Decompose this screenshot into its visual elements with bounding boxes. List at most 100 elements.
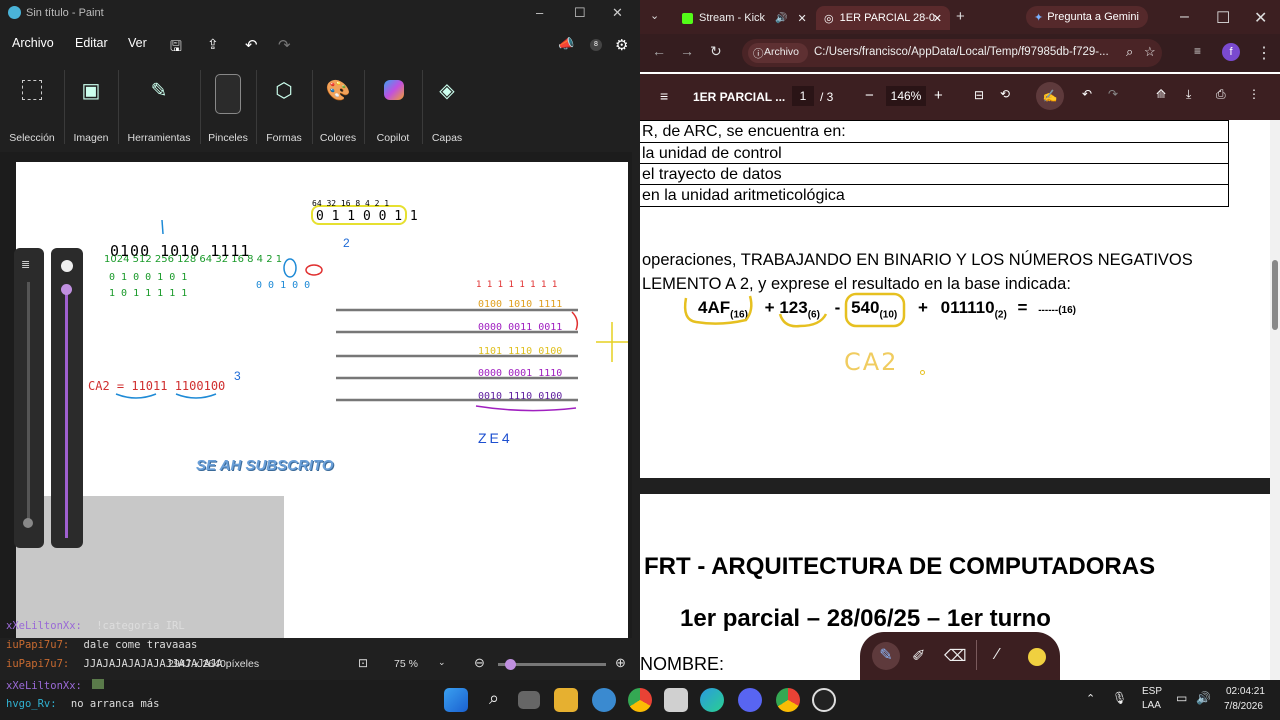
maximize-icon[interactable]: ☐	[1216, 8, 1230, 28]
pen-icon[interactable]: ✎	[872, 642, 900, 670]
edge-icon[interactable]	[700, 688, 724, 712]
zoom-out-icon[interactable]: ⊖	[474, 655, 485, 671]
new-tab-icon[interactable]: +	[956, 8, 965, 25]
menu-ver[interactable]: Ver	[128, 36, 147, 50]
chrome-profile-icon[interactable]	[776, 688, 800, 712]
chat-user: xXeLiltonXx:	[6, 680, 82, 692]
opacity-slider-thumb[interactable]	[61, 284, 72, 295]
eraser-icon[interactable]: ⌫	[944, 646, 967, 666]
earth-app-icon[interactable]	[592, 688, 616, 712]
gemini-button[interactable]: ✦ Pregunta a Gemini	[1026, 6, 1148, 28]
opacity-slider-track[interactable]	[65, 288, 68, 538]
tab-pdf[interactable]: ◎ 1ER PARCIAL 28-0 ✕	[816, 6, 950, 30]
reload-icon[interactable]: ↻	[710, 43, 722, 60]
start-icon[interactable]	[444, 688, 468, 712]
tab-close-icon[interactable]: ✕	[933, 12, 942, 25]
ribbon-seleccion[interactable]: Selección	[0, 62, 64, 150]
more-menu-icon[interactable]: ⋮	[1256, 43, 1272, 63]
size-slider-thumb[interactable]	[23, 518, 33, 528]
settings-gear-icon[interactable]: ⚙	[615, 36, 628, 54]
discord-icon[interactable]	[738, 688, 762, 712]
lang-primary[interactable]: ESP	[1142, 686, 1162, 697]
add-to-drive-icon[interactable]: ⟰	[1156, 87, 1166, 101]
ribbon-herramientas[interactable]: ✎ Herramientas	[120, 62, 198, 150]
size-slider-track[interactable]	[27, 282, 30, 522]
fit-screen-icon[interactable]: ⊡	[358, 656, 368, 670]
rotate-icon[interactable]: ⟲	[1000, 87, 1010, 101]
zoom-slider-thumb[interactable]	[505, 659, 516, 670]
ribbon-colores[interactable]: 🎨 Colores	[314, 62, 362, 150]
microphone-icon[interactable]: 🎙	[1112, 691, 1127, 705]
undo-icon[interactable]: ↶	[1082, 87, 1092, 101]
obs-icon[interactable]	[812, 688, 836, 712]
file-explorer-icon[interactable]	[554, 688, 578, 712]
page-input[interactable]: 1	[792, 86, 814, 106]
palette-icon: 🎨	[325, 80, 351, 102]
menu-archivo[interactable]: Archivo	[12, 36, 54, 50]
ribbon-capas[interactable]: ◈ Capas	[424, 62, 470, 150]
fit-page-icon[interactable]: ⊟	[974, 88, 984, 102]
tab-search-icon[interactable]: ⌄	[650, 9, 659, 22]
draw-annotate-icon[interactable]: ✍	[1036, 82, 1064, 110]
drawing-canvas[interactable]: 0 1 1 0 0 1 1 64 32 16 8 4 2 1 2 1024 51…	[16, 162, 628, 638]
audio-icon[interactable]: 🔊	[775, 13, 787, 24]
ribbon-copilot-label: Copilot	[376, 132, 410, 144]
zoom-out-button[interactable]: −	[865, 87, 874, 104]
undo-icon[interactable]: ↶	[245, 36, 258, 54]
zoom-in-button[interactable]: +	[934, 87, 943, 104]
task-view-icon[interactable]	[518, 691, 540, 709]
store-icon[interactable]	[664, 688, 688, 712]
file-chip[interactable]: ⓘ Archivo	[748, 43, 808, 63]
pdf-scrollbar-thumb[interactable]	[1272, 260, 1278, 330]
save-icon[interactable]: 🖫	[170, 36, 182, 60]
chevron-down-icon[interactable]: ⌄	[438, 657, 446, 668]
volume-icon[interactable]: 🔊	[1196, 691, 1211, 705]
megaphone-icon[interactable]: 📣	[558, 36, 574, 52]
ribbon-formas[interactable]: ⬡ Formas	[258, 62, 310, 150]
omnibox[interactable]: ⓘ Archivo C:/Users/francisco/AppData/Loc…	[742, 39, 1162, 67]
network-icon[interactable]: ▭	[1176, 691, 1187, 705]
term-4: 011110	[940, 298, 995, 317]
print-icon[interactable]: ⎙	[1216, 87, 1226, 102]
maximize-icon[interactable]: ☐	[574, 5, 586, 21]
close-icon[interactable]: ✕	[612, 5, 623, 21]
svg-text:0 1 1 0 0 1 1: 0 1 1 0 0 1 1	[316, 209, 418, 224]
color-swatch[interactable]	[1028, 648, 1046, 666]
pdf-zoom-input[interactable]: 146%	[886, 86, 926, 106]
ribbon-pinceles[interactable]: Pinceles	[202, 62, 254, 150]
ink-dot	[920, 370, 925, 375]
bookmark-star-icon[interactable]: ☆	[1144, 44, 1156, 60]
back-icon[interactable]: ←	[652, 43, 666, 59]
ribbon-copilot[interactable]: Copilot	[366, 62, 420, 150]
tab-stream-kick[interactable]: Stream - Kick 🔊 ✕	[674, 6, 814, 30]
chrome-icon[interactable]	[628, 688, 652, 712]
pdf-scrollbar[interactable]	[1270, 120, 1280, 680]
clock-date[interactable]: 7/8/2026	[1224, 701, 1263, 712]
download-icon[interactable]: ⤓	[1186, 87, 1191, 102]
reading-list-icon[interactable]: ≡	[1194, 44, 1201, 58]
profile-avatar[interactable]: f	[1222, 43, 1240, 61]
redo-icon[interactable]: ↷	[278, 36, 291, 54]
gemini-icon: ✦	[1034, 11, 1044, 24]
search-icon[interactable]: ⌕	[482, 688, 506, 712]
ribbon-imagen[interactable]: ▣ Imagen	[66, 62, 116, 150]
redo-icon[interactable]: ↷	[1108, 87, 1118, 101]
minimize-icon[interactable]: –	[1180, 8, 1189, 26]
share-icon[interactable]: ⇪	[207, 36, 219, 53]
forward-icon[interactable]: →	[680, 43, 694, 59]
tray-chevron-icon[interactable]: ⌃	[1086, 692, 1095, 705]
zoom-in-icon[interactable]: ⊕	[615, 655, 626, 671]
close-icon[interactable]: ✕	[1254, 8, 1267, 28]
menu-editar[interactable]: Editar	[75, 36, 108, 50]
highlighter-icon[interactable]: ✐	[912, 646, 925, 666]
tab-close-icon[interactable]: ✕	[797, 12, 806, 25]
minimize-icon[interactable]: –	[536, 5, 543, 20]
clock-time[interactable]: 02:04:21	[1226, 686, 1265, 697]
sidebar-menu-icon[interactable]: ≡	[660, 88, 668, 104]
stroke-width-icon[interactable]: ∕	[996, 646, 999, 664]
find-icon[interactable]: ⌕	[1126, 44, 1133, 60]
lang-secondary[interactable]: LAA	[1142, 700, 1161, 711]
more-options-icon[interactable]: ⋮	[1248, 87, 1260, 101]
zoom-select[interactable]: 75 %	[394, 658, 418, 670]
account-badge-icon[interactable]: 8	[590, 39, 602, 51]
